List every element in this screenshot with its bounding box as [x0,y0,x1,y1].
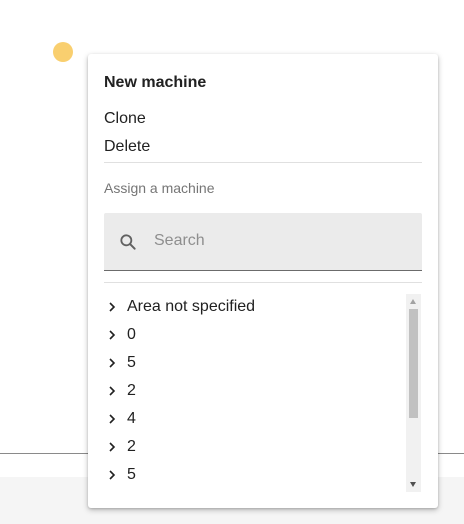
menu-divider [104,162,422,163]
page: New machine Clone Delete Assign a machin… [0,0,464,524]
machine-tree-list: Area not specified 0 5 2 4 2 5 [104,293,404,489]
chevron-right-icon [109,302,116,312]
tree-item-label: 2 [127,438,136,455]
search-icon [120,234,136,250]
tree-item[interactable]: 0 [104,321,404,349]
search-field[interactable] [104,213,422,271]
assign-machine-label: Assign a machine [104,180,215,196]
status-dot [53,42,73,62]
tree-item-label: 5 [127,466,136,483]
tree-item[interactable]: 2 [104,377,404,405]
tree-item[interactable]: 5 [104,461,404,489]
tree-item[interactable]: Area not specified [104,293,404,321]
chevron-right-icon [109,442,116,452]
tree-item-label: Area not specified [127,298,256,315]
clone-menu-item[interactable]: Clone [104,110,146,128]
search-input[interactable] [154,227,404,255]
tree-item[interactable]: 4 [104,405,404,433]
tree-item-label: 4 [127,410,136,427]
tree-item-label: 2 [127,382,136,399]
scroll-up-arrow-icon[interactable] [410,299,416,304]
chevron-right-icon [109,330,116,340]
tree-item[interactable]: 2 [104,433,404,461]
chevron-right-icon [109,414,116,424]
delete-menu-item[interactable]: Delete [104,138,150,156]
scrollbar-thumb[interactable] [409,309,418,418]
menu-title: New machine [104,74,207,91]
chevron-right-icon [109,386,116,396]
tree-item-label: 5 [127,354,136,371]
tree-item-label: 0 [127,326,136,343]
scroll-down-arrow-icon[interactable] [410,482,416,487]
context-menu: New machine Clone Delete Assign a machin… [88,54,438,508]
tree-item[interactable]: 5 [104,349,404,377]
chevron-right-icon [109,470,116,480]
chevron-right-icon [109,358,116,368]
search-divider [104,282,422,283]
tree-scrollbar[interactable] [406,294,421,492]
